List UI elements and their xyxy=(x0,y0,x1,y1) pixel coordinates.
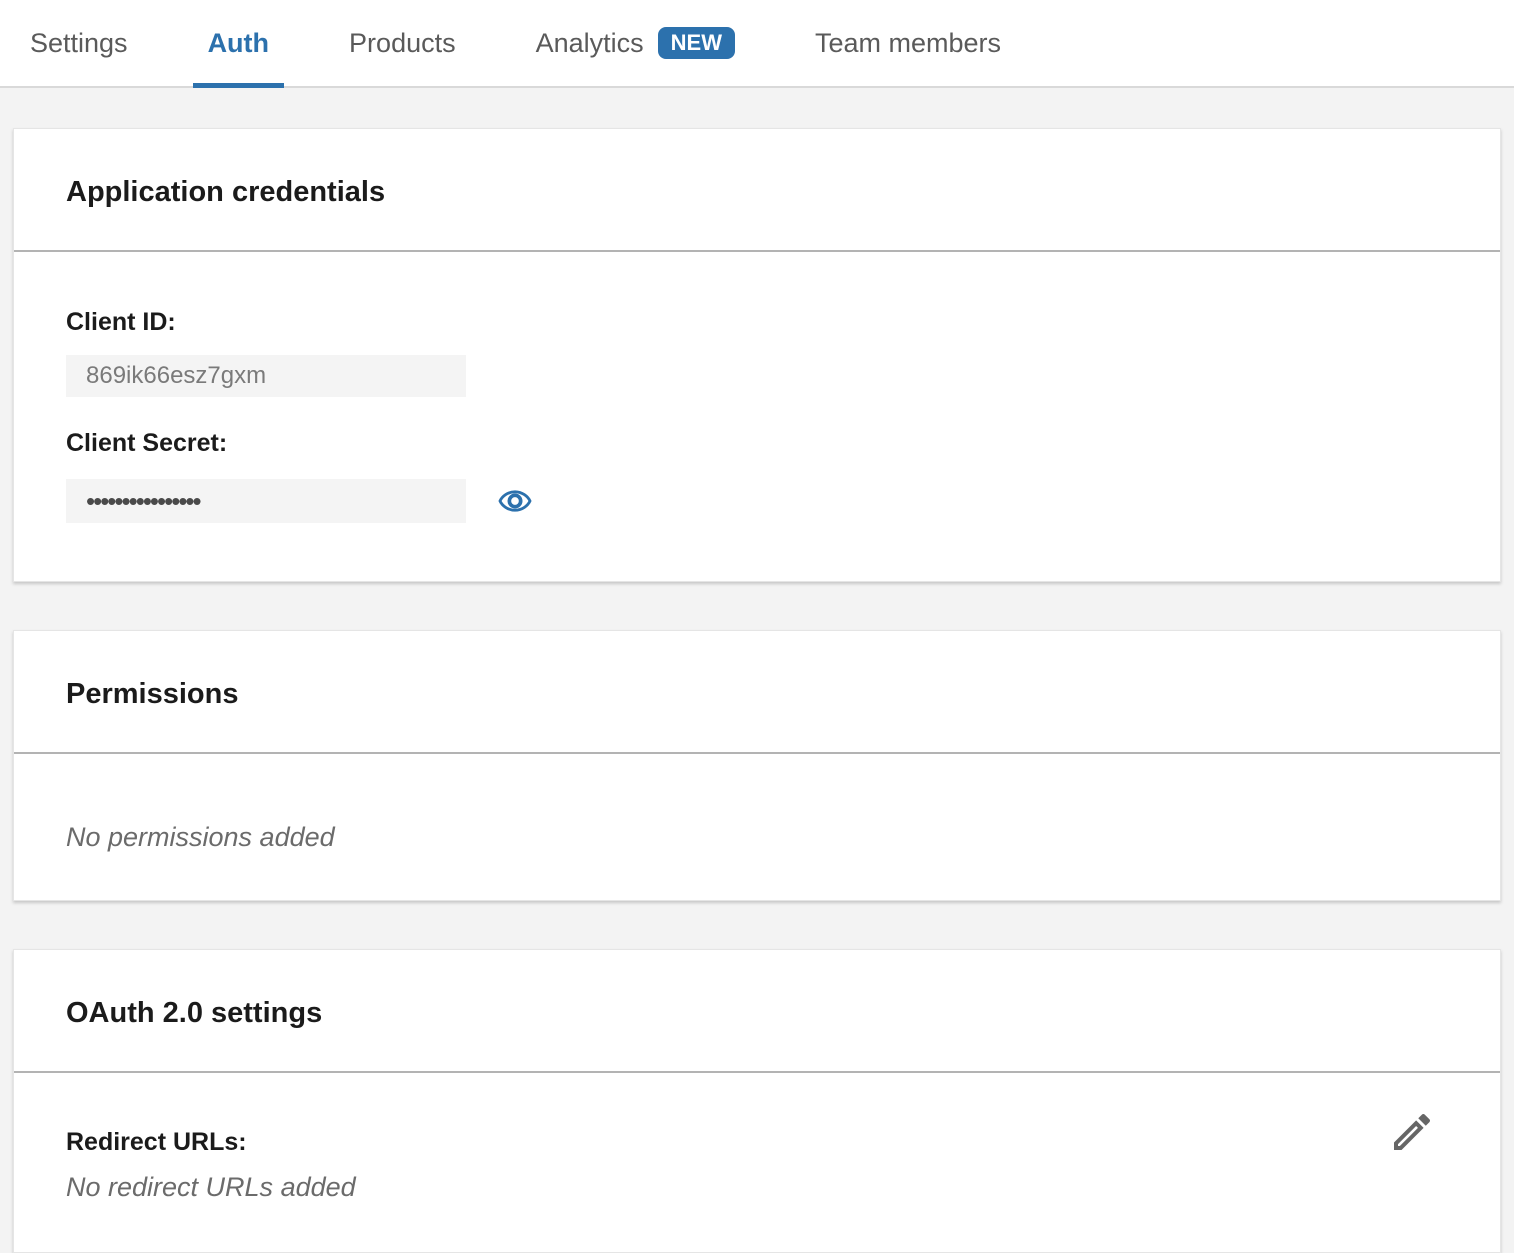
permissions-header: Permissions xyxy=(14,631,1500,752)
client-secret-label: Client Secret: xyxy=(66,429,1448,457)
tab-team-members[interactable]: Team members xyxy=(815,0,1001,86)
new-badge: NEW xyxy=(658,27,735,59)
oauth-settings-body: Redirect URLs: No redirect URLs added xyxy=(14,1073,1500,1252)
application-credentials-card: Application credentials Client ID: Clien… xyxy=(13,128,1501,582)
tab-settings[interactable]: Settings xyxy=(30,0,128,86)
tab-auth[interactable]: Auth xyxy=(208,0,269,86)
tab-auth-label: Auth xyxy=(208,28,269,59)
application-credentials-title: Application credentials xyxy=(66,176,1448,209)
tab-products-label: Products xyxy=(349,28,456,59)
tab-products[interactable]: Products xyxy=(349,0,456,86)
pencil-icon xyxy=(1388,1108,1436,1156)
permissions-empty-text: No permissions added xyxy=(66,822,1448,852)
oauth-settings-card: OAuth 2.0 settings Redirect URLs: No red… xyxy=(13,949,1501,1253)
tab-team-members-label: Team members xyxy=(815,28,1001,59)
tab-settings-label: Settings xyxy=(30,28,128,59)
permissions-body: No permissions added xyxy=(14,754,1500,900)
client-id-field[interactable] xyxy=(66,355,466,397)
redirect-urls-empty-text: No redirect URLs added xyxy=(66,1172,1448,1202)
reveal-secret-button[interactable] xyxy=(498,484,532,518)
application-credentials-body: Client ID: Client Secret: xyxy=(14,252,1500,581)
tab-analytics-label: Analytics xyxy=(536,28,644,59)
permissions-title: Permissions xyxy=(66,678,1448,711)
oauth-settings-header: OAuth 2.0 settings xyxy=(14,950,1500,1071)
tab-bar: Settings Auth Products Analytics NEW Tea… xyxy=(0,0,1514,88)
oauth-settings-title: OAuth 2.0 settings xyxy=(66,997,1448,1030)
edit-redirect-urls-button[interactable] xyxy=(1388,1108,1436,1156)
redirect-urls-label: Redirect URLs: xyxy=(66,1128,1448,1156)
tab-analytics[interactable]: Analytics NEW xyxy=(536,0,735,86)
client-id-label: Client ID: xyxy=(66,308,1448,336)
eye-icon xyxy=(498,484,532,518)
client-secret-row xyxy=(66,479,1448,523)
client-secret-field[interactable] xyxy=(66,479,466,523)
application-credentials-header: Application credentials xyxy=(14,129,1500,250)
permissions-card: Permissions No permissions added xyxy=(13,630,1501,901)
